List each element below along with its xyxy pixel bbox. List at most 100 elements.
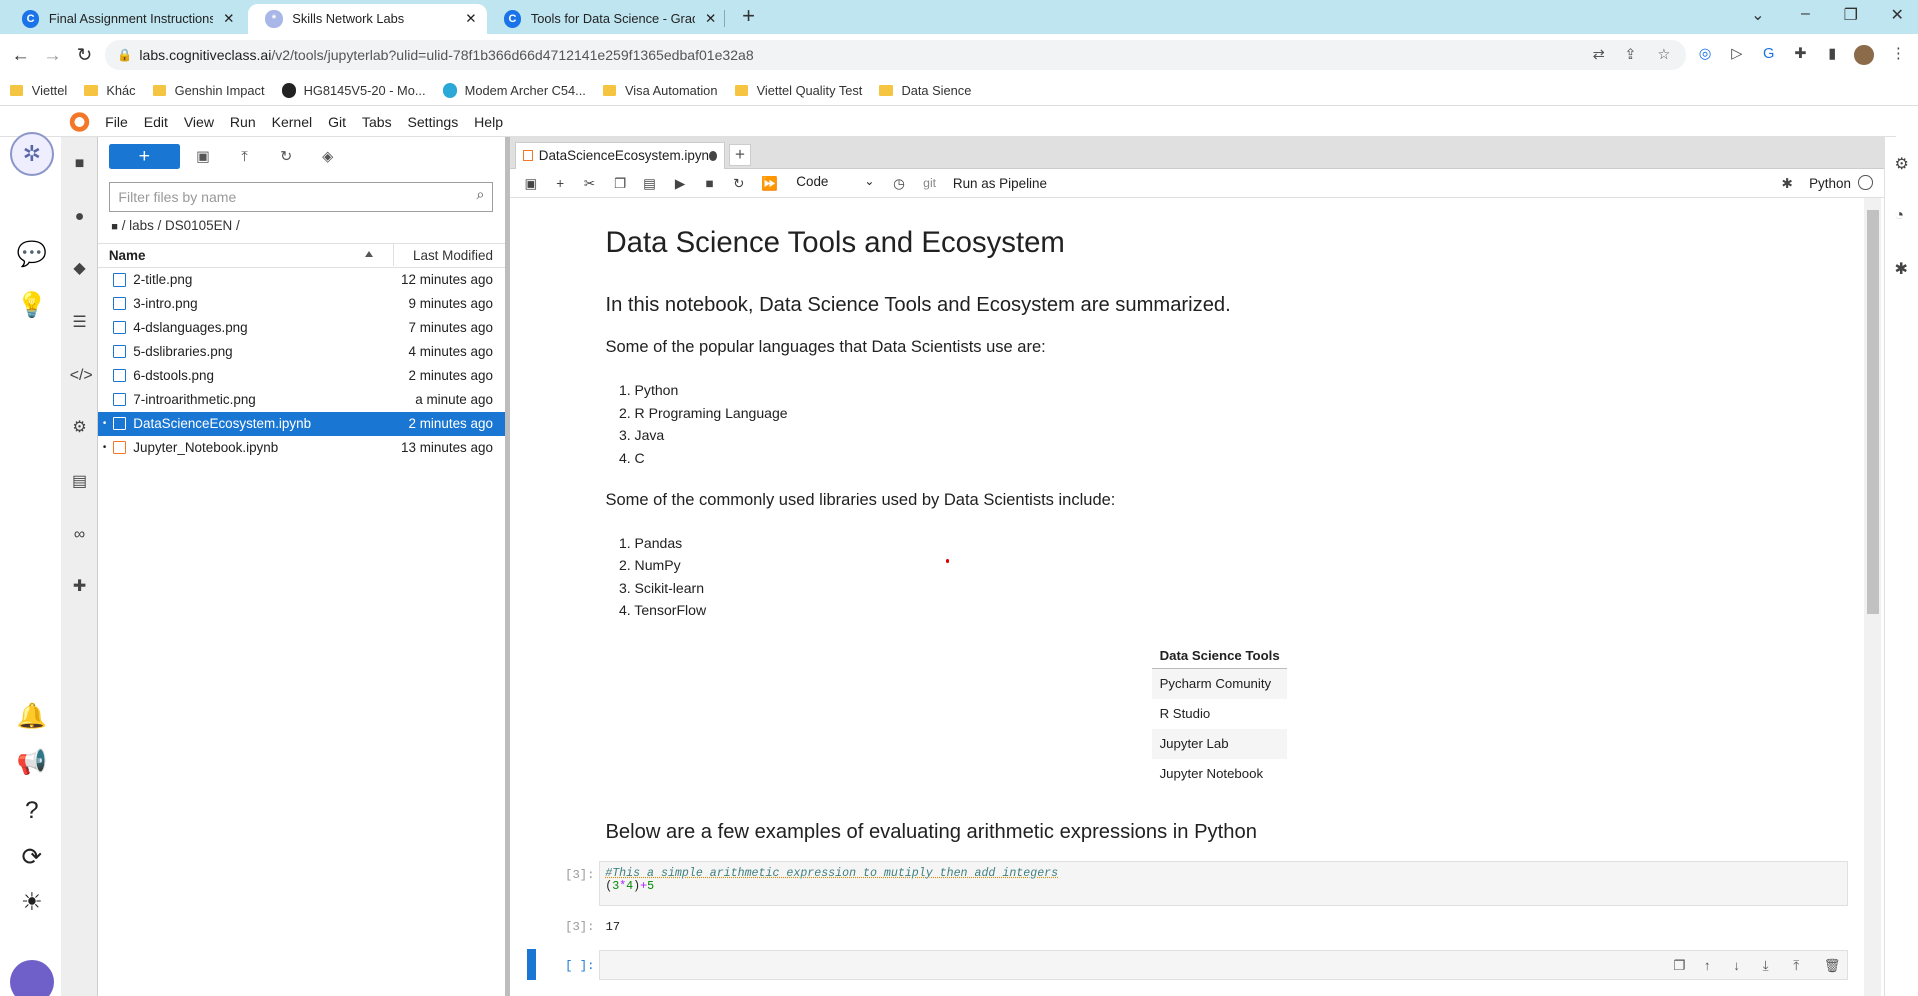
skills-network-logo-icon[interactable]: ✲ [9, 132, 54, 177]
clock-icon[interactable]: ◷ [890, 175, 907, 192]
git-icon[interactable]: ◆ [70, 259, 90, 279]
cell-type-dropdown[interactable]: Code ⌄ [796, 174, 874, 189]
close-tab-icon[interactable]: ✕ [220, 11, 237, 27]
browser-tab-final-assignment[interactable]: C Final Assignment Instructions: Cr ✕ [5, 4, 245, 35]
menu-settings[interactable]: Settings [407, 114, 458, 130]
menu-tabs[interactable]: Tabs [362, 114, 392, 130]
run-icon[interactable]: ▶ [672, 175, 689, 192]
bookmark-visa-automation[interactable]: Visa Automation [602, 83, 717, 98]
run-as-pipeline-button[interactable]: Run as Pipeline [953, 175, 1063, 192]
menu-edit[interactable]: Edit [144, 114, 168, 130]
extensions-puzzle-icon[interactable]: ✚ [1791, 45, 1811, 65]
user-avatar[interactable] [9, 960, 54, 996]
duplicate-cell-icon[interactable]: ❐ [1673, 958, 1685, 974]
file-row[interactable]: • Jupyter_Notebook.ipynb 13 minutes ago [98, 436, 505, 460]
refresh-icon[interactable]: ↻ [276, 148, 296, 168]
bookmark-data-sience[interactable]: Data Sience [879, 83, 971, 98]
unsaved-dot-icon[interactable] [709, 150, 717, 161]
help-icon[interactable]: ? [16, 795, 48, 827]
menu-file[interactable]: File [105, 114, 128, 130]
notebook-tab[interactable]: DataScienceEcosystem.ipyn [514, 141, 726, 169]
column-modified-header[interactable]: Last Modified [413, 248, 493, 263]
profile-avatar[interactable] [1854, 45, 1874, 65]
upload-icon[interactable]: ⤒ [235, 148, 255, 168]
file-row[interactable]: 7-introarithmetic.png a minute ago [98, 388, 505, 412]
notebook-scrollbar[interactable] [1864, 198, 1882, 996]
file-row[interactable]: 2-title.png 12 minutes ago [98, 268, 505, 292]
property-inspector-gear-icon[interactable]: ⚙ [70, 418, 90, 438]
bookmark-modem-archer[interactable]: Modem Archer C54... [442, 83, 586, 98]
tab-search-chevron-icon[interactable]: ⌄ [1744, 5, 1771, 25]
file-row[interactable]: 4-dslanguages.png 7 minutes ago [98, 316, 505, 340]
code-snippets-icon[interactable]: </> [70, 366, 93, 386]
git-label[interactable]: git [919, 175, 941, 192]
bookmark-star-icon[interactable]: ☆ [1657, 46, 1670, 63]
bookmark-hg8145[interactable]: HG8145V5-20 - Mo... [281, 83, 426, 98]
dataset-icon[interactable]: ▤ [70, 472, 90, 492]
extension-nodes-icon[interactable]: ∞ [70, 525, 90, 545]
menu-run[interactable]: Run [230, 114, 256, 130]
breadcrumb[interactable]: ■ / labs / DS0105EN / [111, 218, 239, 233]
filter-files-input[interactable]: Filter files by name ⌕ [108, 182, 493, 212]
chat-icon[interactable]: 💬 [16, 239, 48, 271]
insert-above-icon[interactable]: ⤓ [1763, 958, 1769, 974]
menu-git[interactable]: Git [328, 114, 346, 130]
restart-run-all-icon[interactable]: ⏩ [761, 175, 778, 192]
menu-kernel[interactable]: Kernel [272, 114, 313, 130]
copy-icon[interactable]: ❐ [612, 175, 629, 192]
browser-menu-icon[interactable]: ⋮ [1889, 45, 1909, 65]
back-arrow-icon[interactable]: ← [10, 44, 32, 66]
file-row[interactable]: 5-dslibraries.png 4 minutes ago [98, 340, 505, 364]
new-tab-button[interactable]: + [736, 4, 760, 29]
debugger-icon[interactable]: ✱ [1895, 259, 1908, 279]
running-kernels-icon[interactable]: ● [70, 207, 90, 227]
side-panel-icon[interactable]: ▮ [1823, 45, 1843, 65]
menu-help[interactable]: Help [474, 114, 503, 130]
bookmark-viettel[interactable]: Viettel [9, 83, 67, 98]
extension-circle-icon[interactable]: ◎ [1695, 45, 1715, 65]
extension-play-icon[interactable]: ▷ [1727, 45, 1747, 65]
bookmark-viettel-quality[interactable]: Viettel Quality Test [734, 83, 862, 98]
sync-icon[interactable]: ⟳ [16, 842, 48, 874]
browser-tab-tools-grades[interactable]: C Tools for Data Science - Grades | ✕ [487, 4, 727, 35]
paste-icon[interactable]: ▤ [641, 175, 658, 192]
delete-cell-icon[interactable]: 🗑 [1824, 958, 1841, 974]
bookmark-genshin[interactable]: Genshin Impact [152, 83, 265, 98]
browser-tab-skills-network[interactable]: * Skills Network Labs ✕ [248, 3, 487, 35]
save-icon[interactable]: ▣ [522, 175, 539, 192]
file-row[interactable]: • DataScienceEcosystem.ipynb 2 minutes ago [97, 411, 506, 436]
file-row[interactable]: 6-dstools.png 2 minutes ago [98, 364, 505, 388]
property-inspector-icon[interactable]: ⚙ [1895, 154, 1909, 174]
notifications-bell-icon[interactable]: 🔔 [16, 701, 48, 733]
new-launcher-button[interactable]: + [108, 144, 180, 169]
close-tab-icon[interactable]: ✕ [702, 11, 719, 27]
resource-gauge-icon[interactable]: ◔ [1895, 207, 1905, 225]
interrupt-stop-icon[interactable]: ■ [701, 175, 718, 192]
extension-manager-puzzle-icon[interactable]: ✚ [70, 577, 90, 597]
new-folder-icon[interactable]: ▣ [193, 148, 213, 168]
git-clone-icon[interactable]: ◈ [318, 148, 338, 168]
bookmark-khac[interactable]: Khác [84, 83, 136, 98]
theme-sun-icon[interactable]: ☀ [16, 887, 48, 919]
move-down-icon[interactable]: ↓ [1733, 958, 1740, 973]
share-icon[interactable]: ⇪ [1624, 46, 1636, 63]
restart-icon[interactable]: ↻ [730, 175, 747, 192]
restore-icon[interactable]: ❐ [1837, 5, 1864, 25]
debugger-bug-icon[interactable]: ✱ [1779, 175, 1796, 192]
forward-arrow-icon[interactable]: → [42, 44, 64, 66]
file-row[interactable]: 3-intro.png 9 minutes ago [98, 292, 505, 316]
scrollbar-thumb[interactable] [1866, 210, 1879, 615]
reload-icon[interactable]: ↻ [73, 44, 95, 66]
file-browser-folder-icon[interactable]: ■ [70, 154, 90, 174]
kernel-name[interactable]: Python [1809, 175, 1858, 192]
add-tab-button[interactable]: + [729, 144, 752, 167]
close-tab-icon[interactable]: ✕ [462, 11, 479, 27]
url-bar[interactable]: 🔒 labs.cognitiveclass.ai/v2/tools/jupyte… [105, 40, 1686, 70]
translate-icon[interactable]: ⇄ [1593, 46, 1605, 63]
minimize-icon[interactable]: – [1792, 5, 1819, 23]
lightbulb-icon[interactable]: 💡 [16, 290, 48, 322]
cut-icon[interactable]: ✂ [581, 175, 598, 192]
insert-below-icon[interactable]: ⤒ [1793, 958, 1799, 974]
extension-translate-icon[interactable]: G [1759, 45, 1779, 65]
insert-cell-icon[interactable]: + [552, 175, 569, 192]
